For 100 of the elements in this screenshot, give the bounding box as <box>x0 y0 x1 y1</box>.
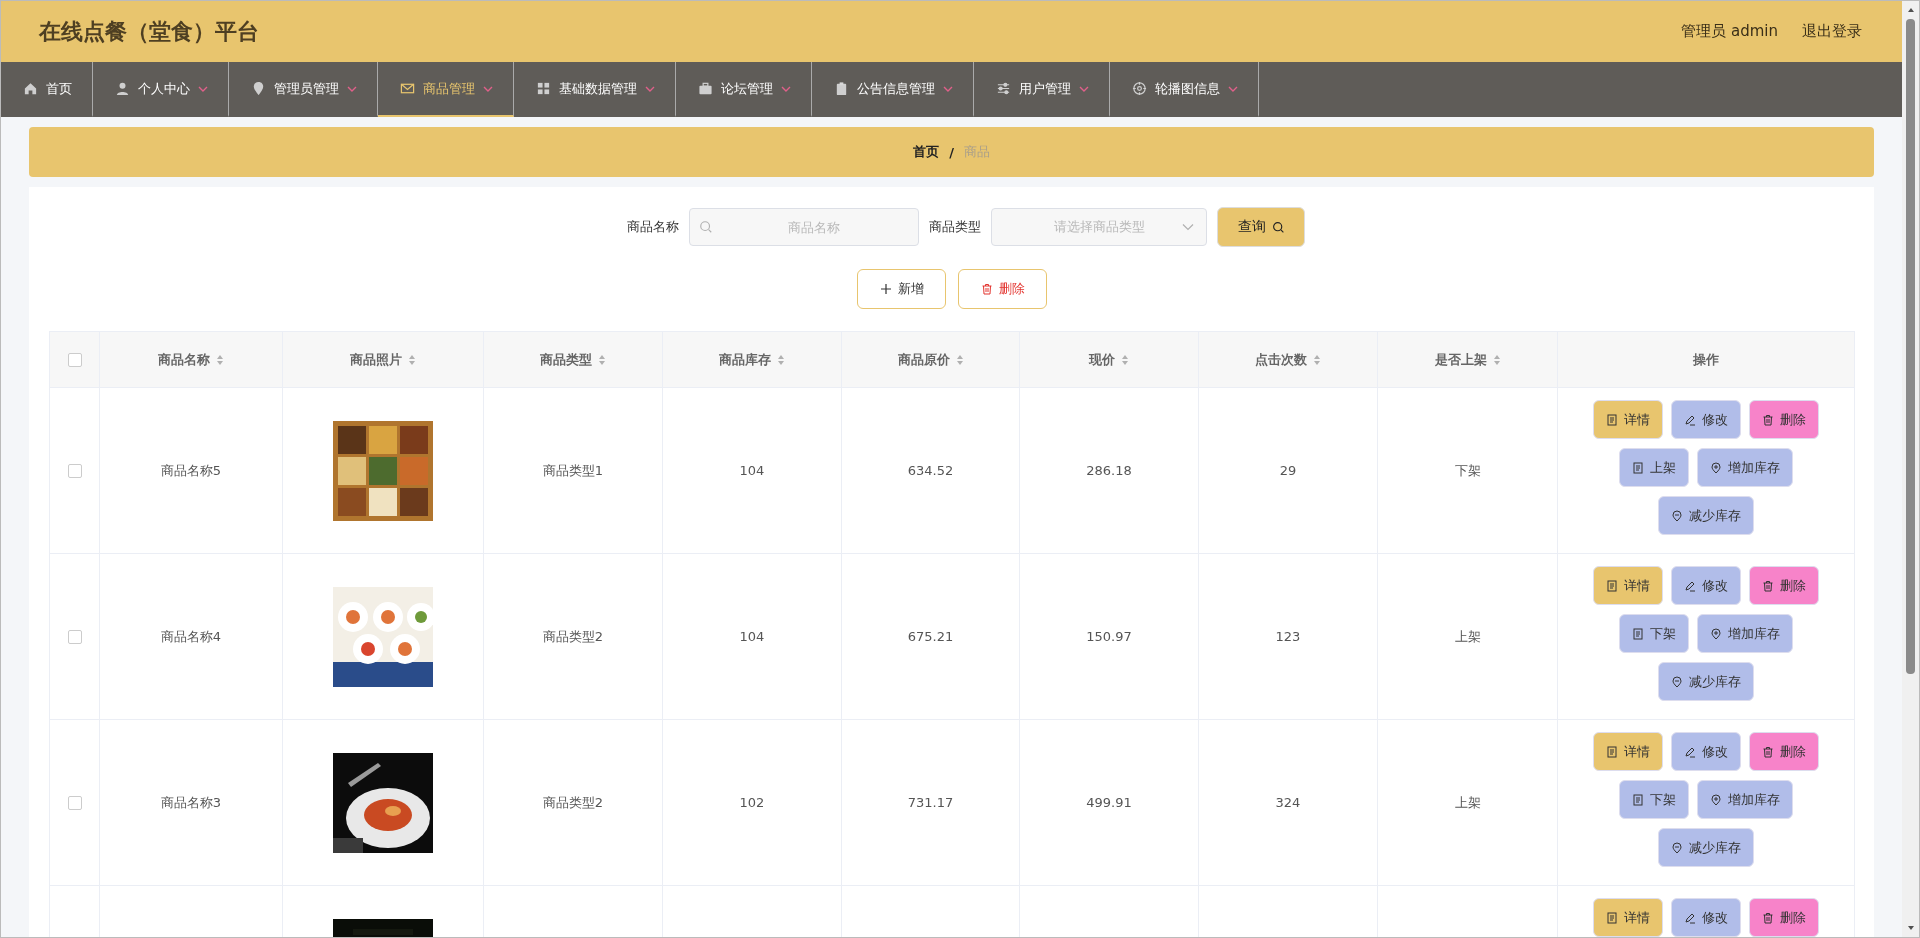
trash-icon <box>1762 579 1774 592</box>
edit-button[interactable]: 修改 <box>1671 566 1741 605</box>
delete-button[interactable]: 删除 <box>1749 732 1819 771</box>
column-header: 是否上架 <box>1434 350 1487 369</box>
person-icon <box>115 81 130 96</box>
scroll-down-icon[interactable] <box>1906 925 1915 931</box>
table-cell: 634.52 <box>907 463 954 478</box>
reduce-button[interactable]: 减少库存 <box>1658 662 1754 701</box>
add-button[interactable]: 增加库存 <box>1697 614 1793 653</box>
location-pin-icon <box>1671 509 1683 522</box>
shelf-button[interactable]: 下架 <box>1619 614 1689 653</box>
pencil-icon <box>1684 413 1696 426</box>
add-button[interactable]: 新增 <box>857 269 946 309</box>
table-cell: 675.21 <box>907 629 954 644</box>
location-pin-icon <box>1710 461 1722 474</box>
name-search-field[interactable]: 商品名称 <box>689 208 919 246</box>
pencil-icon <box>1684 911 1696 924</box>
delete-button[interactable]: 删除 <box>1749 400 1819 439</box>
nav-tab[interactable]: 基础数据管理 <box>514 62 676 117</box>
table-cell: 123 <box>1275 629 1301 644</box>
nav-tab[interactable]: 商品管理 <box>378 62 514 117</box>
case-icon <box>698 81 713 96</box>
detail-button[interactable]: 详情 <box>1593 898 1663 937</box>
column-header: 商品照片 <box>350 350 402 369</box>
sort-icon[interactable] <box>1121 353 1129 366</box>
field-label: 商品类型 <box>929 218 981 236</box>
search-icon <box>699 220 713 234</box>
table-cell: 商品类型2 <box>542 627 604 646</box>
location-pin-icon <box>1671 675 1683 688</box>
table-cell: 上架 <box>1454 627 1481 646</box>
scrollbar[interactable] <box>1902 1 1919 937</box>
shelf-button[interactable]: 下架 <box>1619 780 1689 819</box>
column-header: 操作 <box>1693 350 1719 369</box>
sort-icon[interactable] <box>216 353 224 366</box>
grid-icon <box>536 81 551 96</box>
sort-icon[interactable] <box>408 353 416 366</box>
document-icon <box>1632 461 1644 474</box>
logout-link[interactable]: 退出登录 <box>1802 22 1862 41</box>
scrollbar-thumb[interactable] <box>1906 19 1915 674</box>
column-header: 商品原价 <box>897 350 950 369</box>
nav-tab[interactable]: 论坛管理 <box>676 62 812 117</box>
pin-icon <box>251 81 266 96</box>
search-icon <box>1271 220 1285 234</box>
table-cell: 324 <box>1275 795 1301 810</box>
sliders-icon <box>996 81 1011 96</box>
document-icon <box>1606 745 1618 758</box>
delete-button[interactable]: 删除 <box>1749 898 1819 937</box>
pencil-icon <box>1684 579 1696 592</box>
row-checkbox[interactable] <box>67 795 82 810</box>
pencil-icon <box>1684 745 1696 758</box>
table-cell: 104 <box>739 629 765 644</box>
row-checkbox[interactable] <box>67 629 82 644</box>
edit-button[interactable]: 修改 <box>1671 732 1741 771</box>
nav-tab[interactable]: 管理员管理 <box>229 62 378 117</box>
chevron-icon <box>1182 223 1194 231</box>
reduce-button[interactable]: 减少库存 <box>1658 496 1754 535</box>
table-cell: 上架 <box>1454 793 1481 812</box>
edit-button[interactable]: 修改 <box>1671 898 1741 937</box>
breadcrumb-link[interactable]: 首页 <box>913 143 940 161</box>
sort-icon[interactable] <box>777 353 785 366</box>
location-pin-icon <box>1671 841 1683 854</box>
query-button[interactable]: 查询 <box>1217 207 1305 247</box>
detail-button[interactable]: 详情 <box>1593 566 1663 605</box>
nav-tab[interactable]: 个人中心 <box>93 62 229 117</box>
nav-tab[interactable]: 用户管理 <box>974 62 1110 117</box>
select-all-checkbox[interactable] <box>67 352 82 367</box>
detail-button[interactable]: 详情 <box>1593 732 1663 771</box>
nav-tab[interactable]: 首页 <box>1 62 93 117</box>
add-button[interactable]: 增加库存 <box>1697 780 1793 819</box>
reduce-button[interactable]: 减少库存 <box>1658 828 1754 867</box>
table-cell: 150.97 <box>1086 629 1132 644</box>
table-cell: 商品类型1 <box>542 461 604 480</box>
shelf-button[interactable]: 上架 <box>1619 448 1689 487</box>
table-cell: 286.18 <box>1086 463 1132 478</box>
mail-icon <box>400 81 415 96</box>
table-cell: 商品名称5 <box>160 461 222 480</box>
column-header: 商品类型 <box>540 350 592 369</box>
sort-icon[interactable] <box>955 353 964 366</box>
sort-icon[interactable] <box>598 353 606 366</box>
delete-button[interactable]: 删除 <box>1749 566 1819 605</box>
document-icon <box>1606 911 1618 924</box>
table-cell: 29 <box>1279 463 1297 478</box>
document-icon <box>1632 793 1644 806</box>
home-icon <box>23 81 38 96</box>
nav-tab[interactable]: 公告信息管理 <box>812 62 974 117</box>
document-icon <box>1606 413 1618 426</box>
location-pin-icon <box>1710 627 1722 640</box>
detail-button[interactable]: 详情 <box>1593 400 1663 439</box>
table-cell: 商品类型2 <box>542 793 604 812</box>
column-header: 点击次数 <box>1255 350 1307 369</box>
sort-icon[interactable] <box>1492 353 1501 366</box>
nav-tab[interactable]: 轮播图信息 <box>1110 62 1259 117</box>
edit-button[interactable]: 修改 <box>1671 400 1741 439</box>
sort-icon[interactable] <box>1313 353 1321 366</box>
row-checkbox[interactable] <box>67 463 82 478</box>
add-button[interactable]: 增加库存 <box>1697 448 1793 487</box>
scroll-up-icon[interactable] <box>1906 7 1915 13</box>
table-cell: 商品名称3 <box>160 793 222 812</box>
table-cell: 731.17 <box>907 795 954 810</box>
delete-button[interactable]: 删除 <box>958 269 1047 309</box>
